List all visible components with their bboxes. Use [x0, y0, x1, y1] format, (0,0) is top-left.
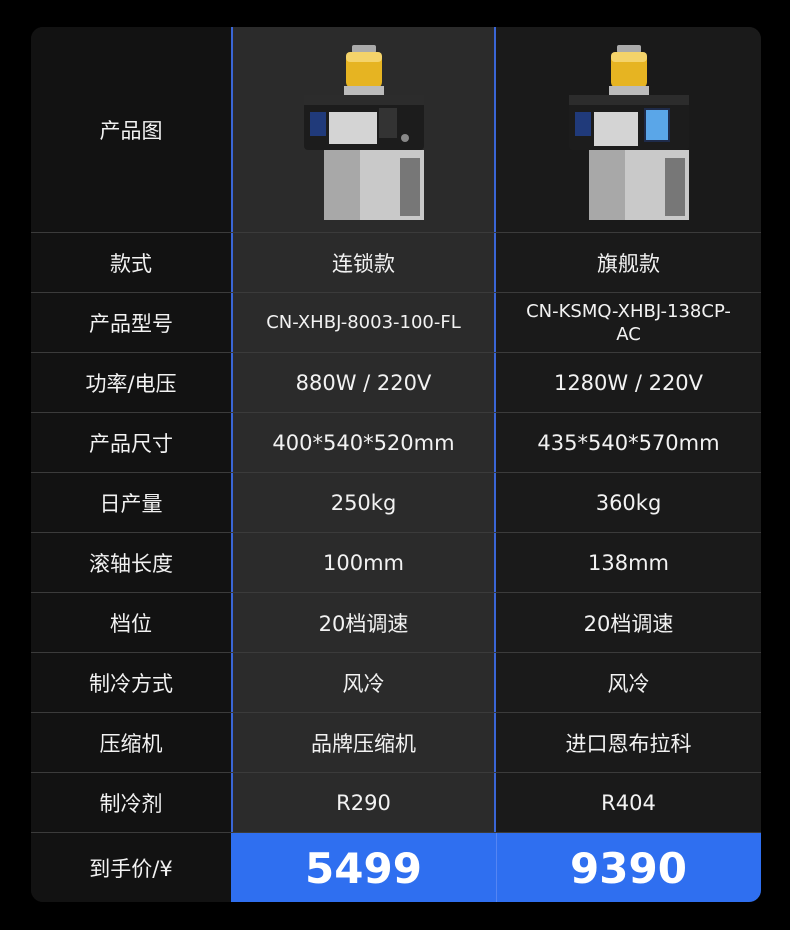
row-label: 档位 — [110, 611, 152, 636]
row-cooling: 制冷方式 风冷 风冷 — [31, 652, 761, 712]
product-a-model: CN-XHBJ-8003-100-FL — [266, 311, 461, 333]
row-label: 制冷方式 — [89, 671, 173, 696]
product-b-compressor: 进口恩布拉科 — [565, 731, 692, 756]
product-b-roller: 138mm — [588, 550, 669, 575]
product-b-daily-output: 360kg — [595, 490, 662, 515]
row-label: 滚轴长度 — [89, 551, 173, 576]
product-b-size: 435*540*570mm — [537, 430, 720, 455]
product-b-price: 9390 — [570, 843, 687, 893]
product-a-compressor: 品牌压缩机 — [311, 731, 416, 756]
product-b-model: CN-KSMQ-XHBJ-138CP-AC — [526, 300, 731, 345]
product-a-size: 400*540*520mm — [272, 430, 455, 455]
row-style: 款式 连锁款 旗舰款 — [31, 232, 761, 292]
product-a-style: 连锁款 — [332, 251, 395, 276]
row-label-image: 产品图 — [99, 118, 163, 143]
row-label: 产品型号 — [89, 311, 173, 336]
machine-a-illustration — [303, 44, 424, 220]
product-image-row: 产品图 — [31, 27, 761, 232]
row-price: 到手价/¥ 5499 9390 — [31, 832, 761, 902]
product-b-gears: 20档调速 — [583, 611, 674, 636]
row-compressor: 压缩机 品牌压缩机 进口恩布拉科 — [31, 712, 761, 772]
row-model: 产品型号 CN-XHBJ-8003-100-FL CN-KSMQ-XHBJ-13… — [31, 292, 761, 352]
product-a-roller: 100mm — [323, 550, 404, 575]
product-a-refrigerant: R290 — [336, 790, 391, 815]
product-a-gears: 20档调速 — [318, 611, 409, 636]
product-a-daily-output: 250kg — [330, 490, 397, 515]
row-label: 制冷剂 — [99, 791, 163, 816]
product-a-cooling: 风冷 — [342, 671, 385, 696]
row-size: 产品尺寸 400*540*520mm 435*540*570mm — [31, 412, 761, 472]
product-b-style: 旗舰款 — [597, 251, 660, 276]
row-roller: 滚轴长度 100mm 138mm — [31, 532, 761, 592]
product-a-price: 5499 — [305, 843, 422, 893]
row-power: 功率/电压 880W / 220V 1280W / 220V — [31, 352, 761, 412]
row-label: 压缩机 — [99, 731, 163, 756]
row-refrigerant: 制冷剂 R290 R404 — [31, 772, 761, 832]
product-b-power: 1280W / 220V — [553, 370, 704, 395]
row-label: 日产量 — [99, 491, 163, 516]
row-label: 功率/电压 — [85, 371, 177, 396]
product-b-cooling: 风冷 — [607, 671, 650, 696]
comparison-table: 产品图 款式 连锁款 旗舰款 产品型号 CN-XHBJ-8003-100-FL … — [31, 27, 761, 902]
product-a-image — [231, 27, 496, 232]
machine-b-illustration — [568, 44, 689, 220]
row-gears: 档位 20档调速 20档调速 — [31, 592, 761, 652]
product-a-power: 880W / 220V — [295, 370, 432, 395]
product-b-image — [496, 27, 761, 232]
row-label: 到手价/¥ — [89, 857, 173, 881]
row-label: 款式 — [110, 251, 152, 276]
row-label: 产品尺寸 — [89, 431, 173, 456]
row-daily-output: 日产量 250kg 360kg — [31, 472, 761, 532]
product-b-refrigerant: R404 — [601, 790, 656, 815]
